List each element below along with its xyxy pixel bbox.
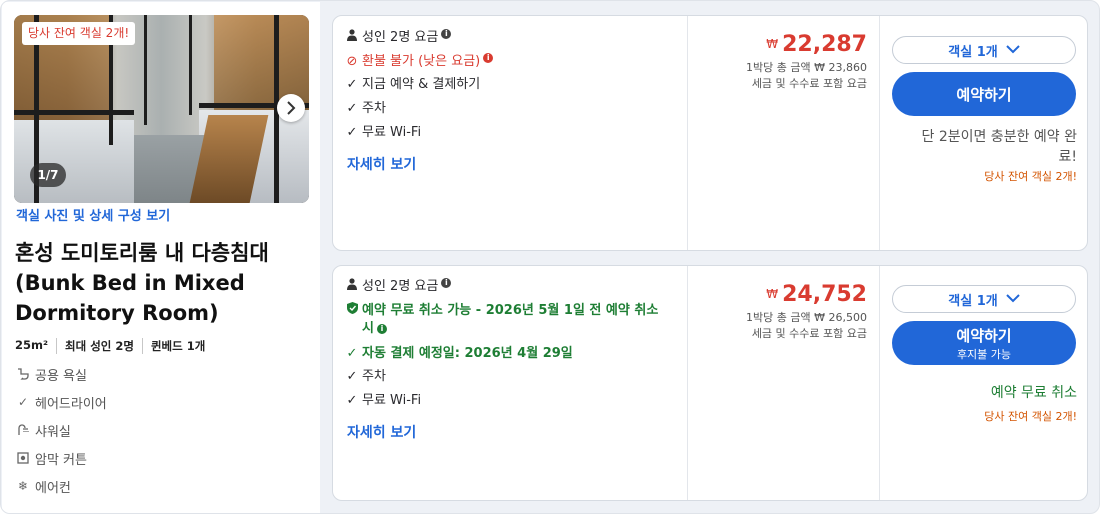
- autopay-label: 자동 결제 예정일: 2026년 4월 29일: [362, 346, 573, 361]
- free-cancellation-policy: 예약 무료 취소 가능 - 2026년 5월 1일 전 예약 취소 시i: [345, 302, 665, 338]
- refund-policy: ⊘ 환불 불가 (낮은 요금) i: [345, 53, 494, 71]
- feature-item: ✓ 주차: [345, 100, 386, 118]
- feature-item: ✓ 무료 Wi-Fi: [345, 392, 422, 410]
- availability-badge: 당사 잔여 객실 2개!: [22, 22, 136, 45]
- room-count-value: 객실 1개: [948, 293, 998, 309]
- bed-type: 퀸베드 1개: [141, 338, 213, 354]
- next-photo-button[interactable]: [277, 94, 305, 122]
- check-icon: ✓: [346, 369, 358, 384]
- details-link[interactable]: 자세히 보기: [347, 422, 416, 442]
- amenity-item: 암막 커튼: [16, 444, 107, 472]
- free-cancellation-label: 예약 무료 취소 가능 - 2026년 5월 1일 전 예약 취소 시: [362, 303, 659, 336]
- toilet-icon: [16, 367, 30, 381]
- tax-note: 세금 및 수수료 포함 요금: [751, 77, 867, 90]
- pay-later-label: 후지불 가능: [956, 347, 1012, 361]
- room-size: 25m²: [15, 338, 49, 352]
- check-icon: ✓: [346, 125, 358, 140]
- rate-offer-card: 성인 2명 요금 i 예약 무료 취소 가능 - 2026년 5월 1일 전 예약…: [332, 265, 1088, 501]
- free-cancellation-note: 예약 무료 취소: [990, 385, 1077, 401]
- book-button[interactable]: 예약하기 후지불 가능: [892, 321, 1076, 365]
- rate-offer-card: 성인 2명 요금 i ⊘ 환불 불가 (낮은 요금) i ✓ 지금 예약 & 결제하…: [332, 15, 1088, 251]
- book-label: 예약하기: [956, 85, 1012, 104]
- shower-icon: [16, 423, 30, 437]
- feature-item: ✓ 무료 Wi-Fi: [345, 124, 422, 142]
- blackout-curtain-icon: [16, 451, 30, 465]
- offer-price: ₩24,752 1박당 총 금액 ₩ 26,500 세금 및 수수료 포함 요금: [687, 266, 879, 500]
- offer-actions: 객실 1개 예약하기 단 2분이면 충분한 예약 완료! 당사 잔여 객실 2개…: [879, 16, 1089, 250]
- check-icon: ✓: [346, 393, 358, 408]
- autopay-date: ✓ 자동 결제 예정일: 2026년 4월 29일: [345, 345, 573, 363]
- details-link[interactable]: 자세히 보기: [347, 154, 416, 174]
- room-specs: 25m² 최대 성인 2명 퀸베드 1개: [15, 338, 213, 354]
- offer-conditions: 성인 2명 요금 i ⊘ 환불 불가 (낮은 요금) i ✓ 지금 예약 & 결제하…: [333, 16, 687, 250]
- occupancy-line: 성인 2명 요금 i: [345, 29, 452, 47]
- amenity-item: 샤워실: [16, 416, 107, 444]
- feature-label: 지금 예약 & 결제하기: [362, 77, 481, 92]
- total-price: 1박당 총 금액 ₩ 26,500: [746, 311, 867, 324]
- room-count-select[interactable]: 객실 1개: [892, 285, 1076, 313]
- chevron-down-icon: [1006, 293, 1020, 306]
- room-count-select[interactable]: 객실 1개: [892, 36, 1076, 64]
- total-price: 1박당 총 금액 ₩ 23,860: [746, 61, 867, 74]
- no-refund-icon: ⊘: [346, 54, 358, 69]
- currency-symbol: ₩: [766, 37, 779, 51]
- price-block: ₩22,287 1박당 총 금액 ₩ 23,860 세금 및 수수료 포함 요금: [746, 32, 867, 92]
- info-icon[interactable]: i: [441, 29, 452, 39]
- offer-price: ₩22,287 1박당 총 금액 ₩ 23,860 세금 및 수수료 포함 요금: [687, 16, 879, 250]
- amenity-list: 공용 욕실 ✓ 헤어드라이어 샤워실 암막 커튼 ❄ 에어컨: [16, 360, 107, 500]
- amenity-item: ✓ 헤어드라이어: [16, 388, 107, 416]
- currency-symbol: ₩: [766, 287, 779, 301]
- rooms-left-note: 당사 잔여 객실 2개!: [984, 410, 1077, 423]
- occupancy-line: 성인 2명 요금 i: [345, 278, 452, 296]
- snowflake-icon: ❄: [17, 479, 29, 493]
- room-photos-link[interactable]: 객실 사진 및 상세 구성 보기: [16, 205, 170, 224]
- book-button[interactable]: 예약하기: [892, 72, 1076, 116]
- person-icon: [345, 29, 359, 47]
- rooms-left-note: 당사 잔여 객실 2개!: [984, 170, 1077, 183]
- chevron-down-icon: [1006, 44, 1020, 57]
- feature-label: 무료 Wi-Fi: [362, 125, 422, 140]
- amenity-label: 공용 욕실: [35, 368, 87, 384]
- info-icon[interactable]: i: [441, 278, 452, 288]
- feature-label: 주차: [362, 369, 386, 384]
- occupancy-label: 성인 2명 요금: [362, 30, 439, 45]
- offer-conditions: 성인 2명 요금 i 예약 무료 취소 가능 - 2026년 5월 1일 전 예약…: [333, 266, 687, 500]
- chevron-right-icon: [287, 101, 296, 115]
- feature-label: 무료 Wi-Fi: [362, 393, 422, 408]
- check-icon: ✓: [346, 346, 358, 361]
- offer-actions: 객실 1개 예약하기 후지불 가능 예약 무료 취소 당사 잔여 객실 2개!: [879, 266, 1089, 500]
- room-count-value: 객실 1개: [948, 44, 998, 60]
- nightly-price: 22,287: [782, 32, 867, 57]
- nightly-price: 24,752: [782, 282, 867, 307]
- photo-counter: 1/7: [30, 163, 66, 187]
- info-icon[interactable]: i: [483, 53, 494, 63]
- check-icon: ✓: [346, 77, 358, 92]
- check-icon: ✓: [346, 101, 358, 116]
- room-info-panel: 당사 잔여 객실 2개! 1/7 객실 사진 및 상세 구성 보기 혼성 도미토…: [2, 2, 320, 513]
- amenity-label: 에어컨: [35, 480, 71, 496]
- person-icon: [345, 278, 359, 296]
- tax-note: 세금 및 수수료 포함 요금: [751, 327, 867, 340]
- feature-item: ✓ 지금 예약 & 결제하기: [345, 76, 481, 94]
- occupancy-label: 성인 2명 요금: [362, 279, 439, 294]
- room-listing: 당사 잔여 객실 2개! 1/7 객실 사진 및 상세 구성 보기 혼성 도미토…: [0, 0, 1100, 514]
- feature-item: ✓ 주차: [345, 368, 386, 386]
- price-block: ₩24,752 1박당 총 금액 ₩ 26,500 세금 및 수수료 포함 요금: [746, 282, 867, 342]
- max-occupancy: 최대 성인 2명: [56, 338, 142, 354]
- info-icon[interactable]: i: [376, 324, 387, 334]
- room-title: 혼성 도미토리룸 내 다층침대 (Bunk Bed in Mixed Dormi…: [15, 241, 269, 325]
- amenity-label: 샤워실: [35, 424, 71, 440]
- shield-check-icon: [345, 302, 359, 320]
- booking-promo: 단 2분이면 충분한 예약 완료!: [921, 129, 1077, 165]
- book-label: 예약하기: [956, 326, 1012, 345]
- check-icon: ✓: [17, 395, 29, 409]
- amenity-item: 공용 욕실: [16, 360, 107, 388]
- amenity-item: ❄ 에어컨: [16, 472, 107, 500]
- feature-label: 주차: [362, 101, 386, 116]
- amenity-label: 헤어드라이어: [35, 396, 107, 412]
- refund-policy-label: 환불 불가 (낮은 요금): [362, 54, 481, 69]
- amenity-label: 암막 커튼: [35, 452, 87, 468]
